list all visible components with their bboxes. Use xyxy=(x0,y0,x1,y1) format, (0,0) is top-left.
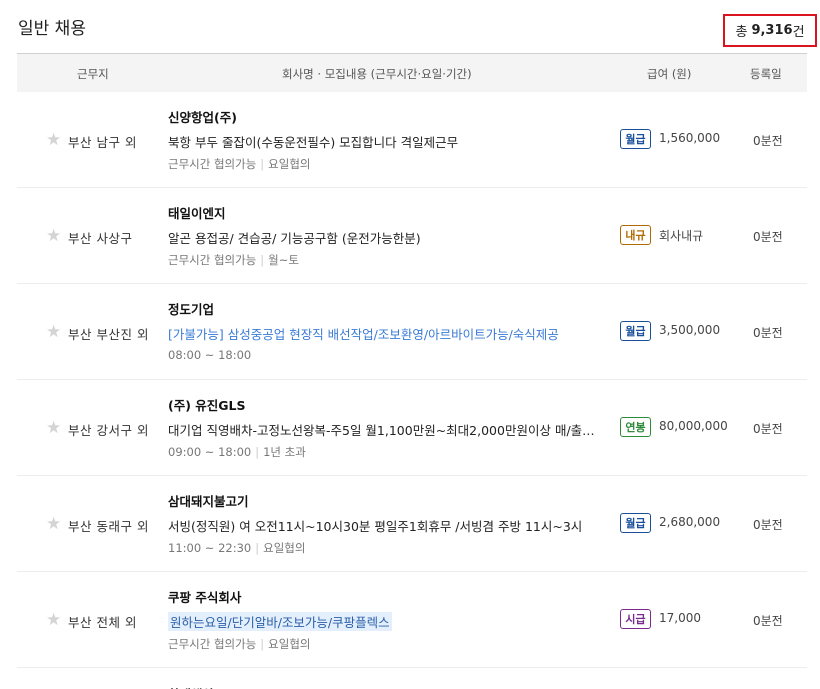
job-meta: 근무시간 협의가능 | 월~토 xyxy=(168,252,299,268)
total-suffix: 건 xyxy=(792,25,805,40)
pay-amount: 회사내규 xyxy=(659,229,704,243)
company-name[interactable]: (주) 유진GLS xyxy=(168,395,246,414)
job-meta: 08:00 ~ 18:00 xyxy=(168,348,251,362)
registered-time: 0분전 xyxy=(753,230,783,244)
job-location: 부산 동래구 외 xyxy=(68,519,149,534)
job-title[interactable]: 서빙(정직원) 여 오전11시~10시30분 평일주1회휴무 /서빙겸 주방 1… xyxy=(168,516,582,535)
company-name[interactable]: 쿠팡 주식회사 xyxy=(168,587,241,606)
table-row[interactable]: ★ 부산 동래구 외 삼대돼지불고기 서빙(정직원) 여 오전11시~10시30… xyxy=(17,476,807,572)
work-days: 요일협의 xyxy=(268,637,311,651)
section-header: 일반 채용 총 9,316 건 xyxy=(0,0,820,52)
work-hours: 근무시간 협의가능 xyxy=(168,253,257,267)
registered-time: 0분전 xyxy=(753,518,783,532)
registered-time: 0분전 xyxy=(753,134,783,148)
partial-row-company[interactable]: 한대해상 xyxy=(168,684,214,689)
meta-divider: | xyxy=(255,445,260,459)
job-title[interactable]: 북항 부두 줄잡이(수동운전필수) 모집합니다 격일제근무 xyxy=(168,132,458,151)
job-title[interactable]: [가불가능] 삼성중공업 현장직 배선작업/조보환영/아르바이트가능/숙식제공 xyxy=(168,324,559,343)
company-name[interactable]: 정도기업 xyxy=(168,299,214,318)
pay-amount: 1,560,000 xyxy=(659,131,721,145)
job-location: 부산 전체 외 xyxy=(68,615,137,630)
column-header-pay: 급여 (원) xyxy=(647,67,692,81)
job-list: ★ 부산 남구 외 신양항업(주) 북항 부두 줄잡이(수동운전필수) 모집합니… xyxy=(17,92,807,668)
job-location: 부산 부산진 외 xyxy=(68,327,149,342)
pay-type-badge: 월급 xyxy=(620,513,651,533)
job-meta: 근무시간 협의가능 | 요일협의 xyxy=(168,636,311,652)
table-row[interactable]: ★ 부산 사상구 태일이엔지 알곤 용접공/ 견습공/ 기능공구함 (운전가능한… xyxy=(17,188,807,284)
table-header: 근무지 회사명 · 모집내용 (근무시간·요일·기간) 급여 (원) 등록일 xyxy=(17,53,807,92)
job-meta: 09:00 ~ 18:00 | 1년 초과 xyxy=(168,444,306,460)
work-hours: 11:00 ~ 22:30 xyxy=(168,541,252,555)
registered-time: 0분전 xyxy=(753,614,783,628)
job-location: 부산 강서구 외 xyxy=(68,423,149,438)
company-name[interactable]: 신양항업(주) xyxy=(168,107,237,126)
meta-divider: | xyxy=(255,541,260,555)
job-title[interactable]: 대기업 직영배차-고정노선왕복-주5일 월1,100만원~최대2,000만원이상… xyxy=(168,420,596,439)
work-days: 월~토 xyxy=(268,253,299,267)
work-period: 1년 초과 xyxy=(263,445,306,459)
job-title[interactable]: 원하는요일/단기알바/조보가능/쿠팡플렉스 xyxy=(168,612,392,631)
star-icon[interactable]: ★ xyxy=(46,324,61,341)
total-prefix: 총 xyxy=(735,25,748,40)
pay-type-badge: 시급 xyxy=(620,609,651,629)
star-icon[interactable]: ★ xyxy=(46,612,61,629)
registered-time: 0분전 xyxy=(753,326,783,340)
pay-type-badge: 연봉 xyxy=(620,417,651,437)
column-header-description: 회사명 · 모집내용 (근무시간·요일·기간) xyxy=(282,67,472,81)
work-days: 요일협의 xyxy=(268,157,311,171)
meta-divider: | xyxy=(260,637,265,651)
company-name[interactable]: 삼대돼지불고기 xyxy=(168,491,249,510)
column-header-location: 근무지 xyxy=(77,67,109,81)
table-row[interactable]: ★ 부산 남구 외 신양항업(주) 북항 부두 줄잡이(수동운전필수) 모집합니… xyxy=(17,92,807,188)
job-meta: 근무시간 협의가능 | 요일협의 xyxy=(168,156,311,172)
table-row[interactable]: ★ 부산 전체 외 쿠팡 주식회사 원하는요일/단기알바/조보가능/쿠팡플렉스 … xyxy=(17,572,807,668)
company-name[interactable]: 태일이엔지 xyxy=(168,203,226,222)
star-icon[interactable]: ★ xyxy=(46,228,61,245)
job-meta: 11:00 ~ 22:30 | 요일협의 xyxy=(168,540,305,556)
star-icon[interactable]: ★ xyxy=(46,132,61,149)
total-count-box: 총 9,316 건 xyxy=(723,14,817,47)
star-icon[interactable]: ★ xyxy=(46,420,61,437)
table-row[interactable]: ★ 부산 부산진 외 정도기업 [가불가능] 삼성중공업 현장직 배선작업/조보… xyxy=(17,284,807,380)
meta-divider: | xyxy=(260,157,265,171)
registered-time: 0분전 xyxy=(753,422,783,436)
work-hours: 근무시간 협의가능 xyxy=(168,157,257,171)
pay-amount: 17,000 xyxy=(659,611,701,625)
work-hours: 근무시간 협의가능 xyxy=(168,637,257,651)
pay-type-badge: 월급 xyxy=(620,129,651,149)
table-row[interactable]: ★ 부산 강서구 외 (주) 유진GLS 대기업 직영배차-고정노선왕복-주5일… xyxy=(17,380,807,476)
pay-type-badge: 내규 xyxy=(620,225,651,245)
pay-amount: 3,500,000 xyxy=(659,323,721,337)
work-hours: 08:00 ~ 18:00 xyxy=(168,348,252,362)
pay-amount: 2,680,000 xyxy=(659,515,721,529)
job-location: 부산 사상구 xyxy=(68,231,133,246)
pay-type-badge: 월급 xyxy=(620,321,651,341)
total-count: 9,316 xyxy=(751,23,793,38)
work-hours: 09:00 ~ 18:00 xyxy=(168,445,252,459)
pay-amount: 80,000,000 xyxy=(659,419,728,433)
column-header-registered: 등록일 xyxy=(750,67,782,81)
job-title[interactable]: 알곤 용접공/ 견습공/ 기능공구함 (운전가능한분) xyxy=(168,228,421,247)
meta-divider: | xyxy=(260,253,265,267)
star-icon[interactable]: ★ xyxy=(46,516,61,533)
work-days: 요일협의 xyxy=(263,541,306,555)
page-title: 일반 채용 xyxy=(18,19,86,39)
job-location: 부산 남구 외 xyxy=(68,135,137,150)
